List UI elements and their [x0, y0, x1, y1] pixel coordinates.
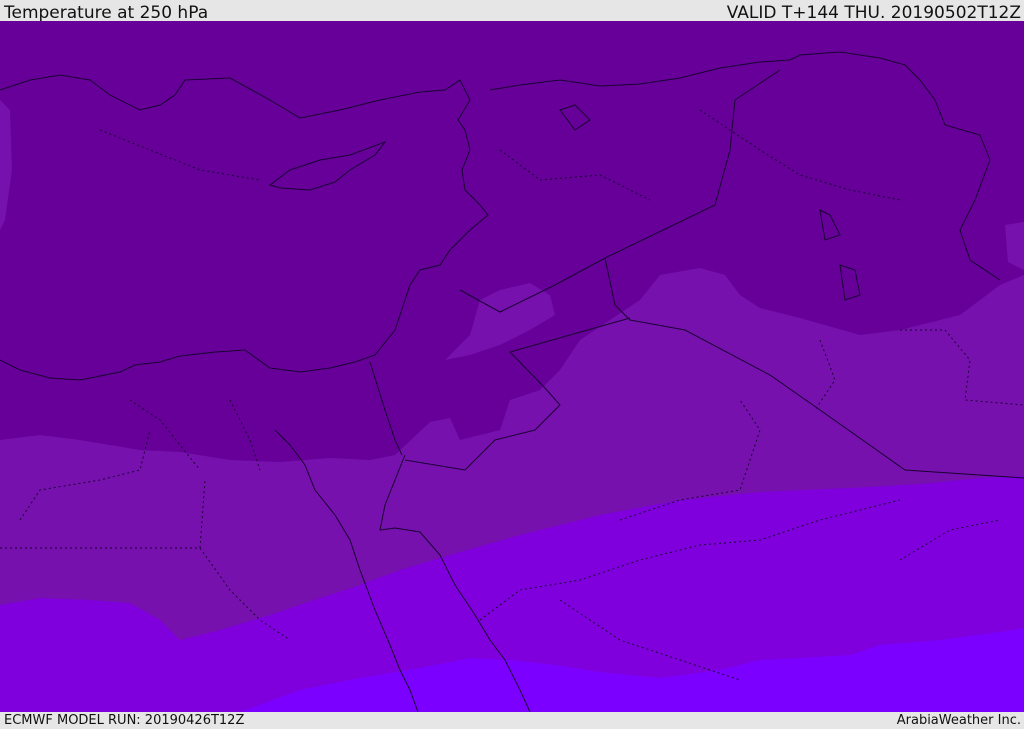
valid-time: VALID T+144 THU. 20190502T12Z: [726, 3, 1021, 23]
map-title: Temperature at 250 hPa: [4, 3, 209, 23]
temperature-map: [0, 21, 1024, 712]
header-bar: Temperature at 250 hPa VALID T+144 THU. …: [0, 0, 1024, 23]
map-area[interactable]: [0, 21, 1024, 712]
model-run: ECMWF MODEL RUN: 20190426T12Z: [4, 713, 245, 728]
credit: ArabiaWeather Inc.: [896, 713, 1021, 728]
footer-bar: ECMWF MODEL RUN: 20190426T12Z ArabiaWeat…: [0, 712, 1024, 729]
